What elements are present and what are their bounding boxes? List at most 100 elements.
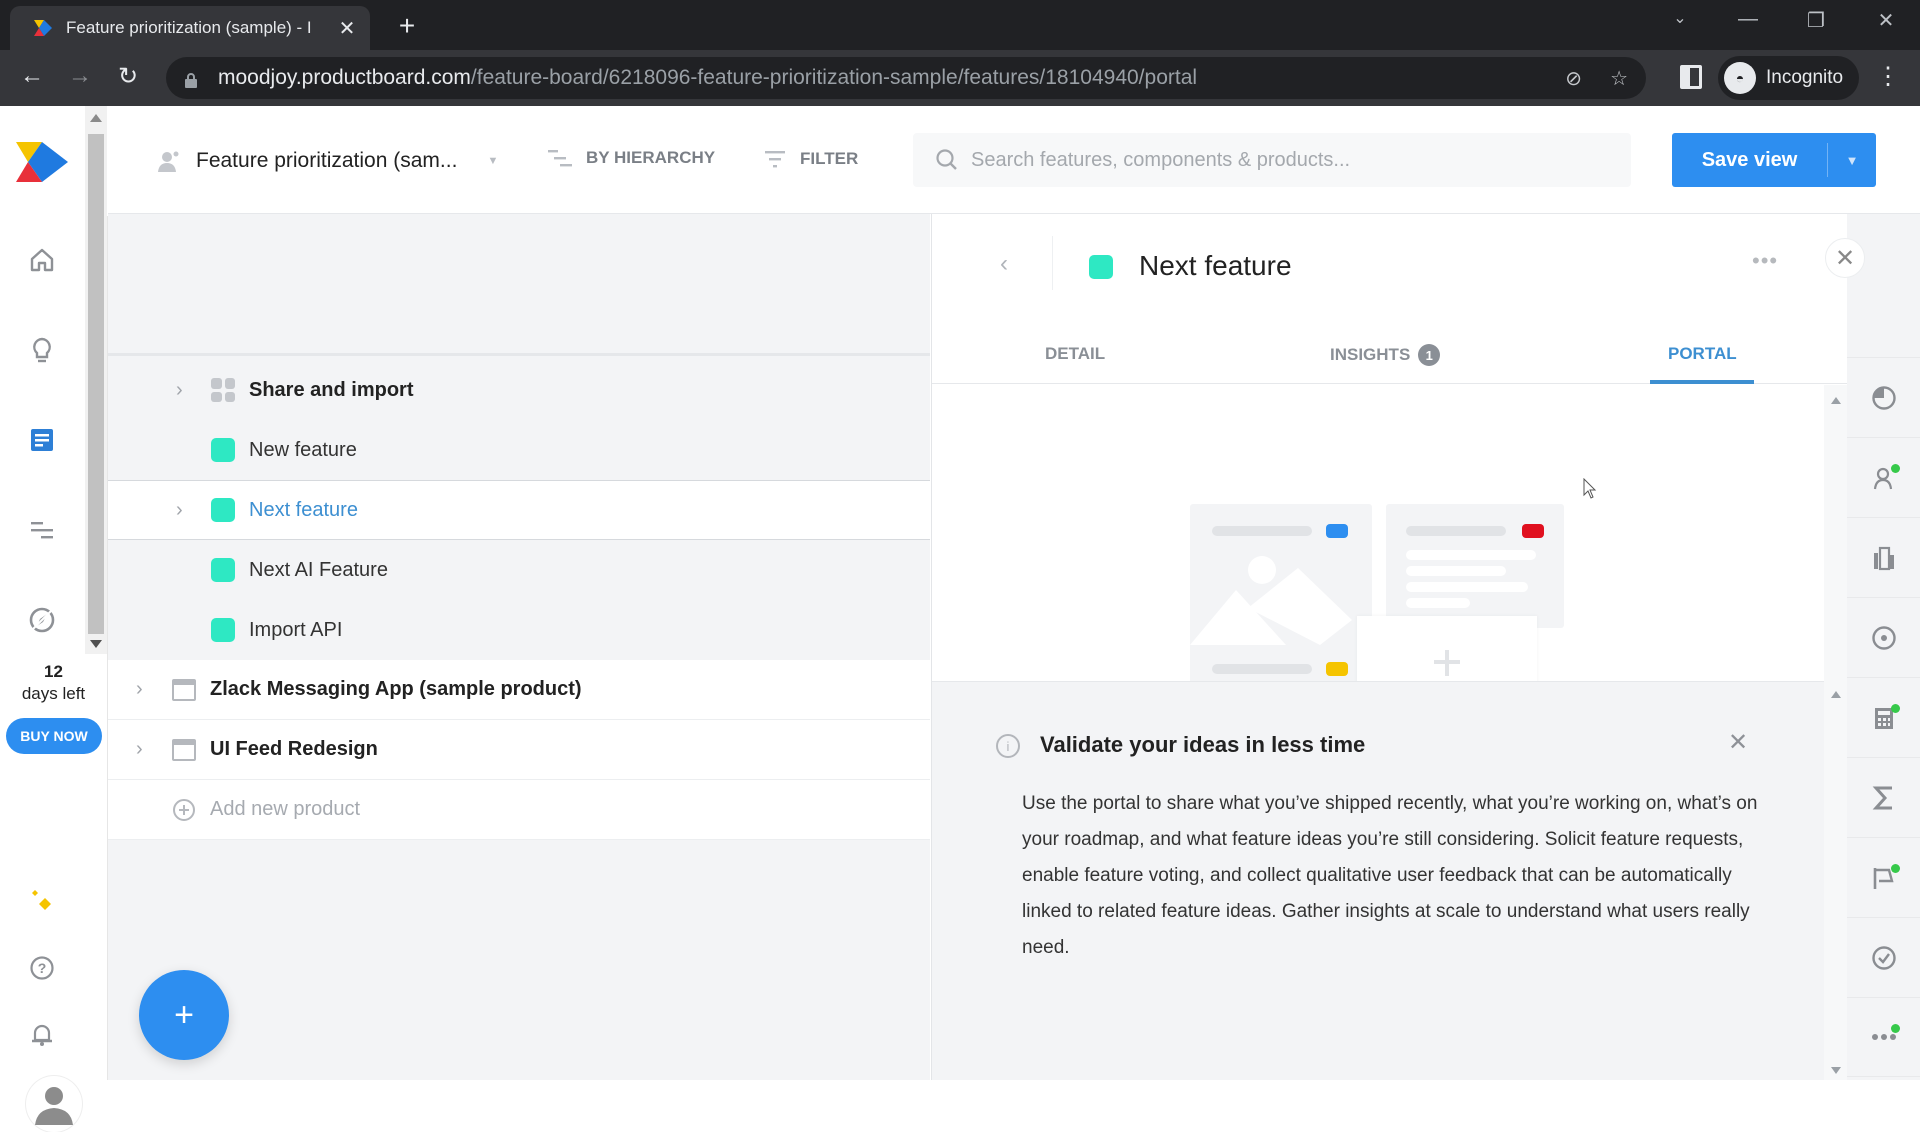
tab-search-icon[interactable]: ⌄ [1660, 8, 1700, 28]
tab-detail[interactable]: DETAIL [1045, 344, 1105, 364]
tree-row-feature-selected[interactable]: › Next feature [108, 480, 930, 540]
nav-roadmap[interactable] [22, 510, 62, 550]
filter-button[interactable]: FILTER [764, 148, 858, 170]
illustration-pill-blue [1326, 524, 1348, 538]
chevron-down-icon: ▼ [487, 155, 499, 167]
right-tool-bar [1847, 214, 1920, 1080]
rbar-objective[interactable] [1847, 597, 1920, 677]
create-fab-button[interactable]: + [139, 970, 229, 1060]
browser-menu-icon[interactable]: ⋮ [1876, 62, 1900, 91]
filter-label: FILTER [800, 149, 859, 168]
pie-chart-icon [1871, 385, 1896, 410]
nav-insights[interactable] [22, 330, 62, 370]
feature-title[interactable]: Next feature [1139, 250, 1292, 282]
reload-button[interactable]: ↻ [110, 62, 146, 91]
expand-chevron-icon[interactable]: › [136, 738, 143, 761]
new-tab-button[interactable]: + [392, 10, 422, 42]
nav-home[interactable] [22, 240, 62, 280]
url-host: moodjoy.productboard.com [218, 66, 471, 89]
rbar-pie-chart[interactable] [1847, 357, 1920, 437]
productboard-logo[interactable] [14, 138, 70, 186]
plus-circle-icon [173, 798, 195, 821]
tree-row-product[interactable]: › UI Feed Redesign [108, 720, 930, 780]
rbar-status[interactable] [1847, 917, 1920, 997]
restore-button[interactable]: ❐ [1796, 8, 1836, 33]
tree-header-area [108, 214, 930, 356]
forward-button[interactable]: → [62, 62, 98, 90]
mouse-cursor-icon [1583, 478, 1597, 499]
component-icon [211, 378, 235, 402]
save-view-dropdown[interactable]: ▼ [1828, 153, 1876, 168]
scroll-down-arrow[interactable] [1831, 1067, 1841, 1074]
browser-tab[interactable]: Feature prioritization (sample) - I ✕ [10, 6, 370, 50]
illustration-line [1406, 566, 1506, 576]
detail-scrollbar[interactable] [1824, 385, 1848, 1080]
back-button[interactable]: ← [14, 62, 50, 90]
tab-label: PORTAL [1668, 344, 1737, 363]
feature-status-icon [211, 438, 235, 462]
illustration-line [1406, 582, 1528, 592]
scroll-up-arrow[interactable] [1831, 397, 1841, 404]
nav-notifications[interactable] [22, 1014, 62, 1054]
tab-insights[interactable]: INSIGHTS 1 [1330, 344, 1441, 366]
side-panel-icon[interactable] [1680, 65, 1702, 89]
tree-row-label: New feature [249, 438, 357, 461]
scrollbar-thumb[interactable] [88, 134, 104, 634]
more-options-icon[interactable]: ••• [1752, 248, 1778, 274]
more-icon [1871, 1034, 1896, 1040]
rbar-score[interactable] [1847, 677, 1920, 757]
save-view-button[interactable]: Save view [1672, 149, 1827, 172]
expand-chevron-icon[interactable]: › [176, 379, 183, 402]
illustration-bar [1212, 664, 1312, 674]
scroll-up-arrow[interactable] [90, 114, 102, 122]
group-by-button[interactable]: BY HIERARCHY [548, 148, 715, 168]
rbar-release[interactable] [1847, 837, 1920, 917]
tree-row-label: Import API [249, 618, 343, 641]
tree-row-product[interactable]: › Zlack Messaging App (sample product) [108, 660, 930, 720]
nav-features[interactable] [22, 420, 62, 460]
close-panel-button[interactable]: ✕ [1825, 238, 1865, 278]
tree-row-feature[interactable]: Import API [108, 600, 930, 660]
tab-close-icon[interactable]: ✕ [336, 16, 358, 41]
left-scrollbar[interactable] [85, 106, 107, 654]
tracking-protection-icon[interactable]: ⊘ [1565, 66, 1582, 91]
rbar-formula[interactable] [1847, 757, 1920, 837]
illustration-bar [1212, 526, 1312, 536]
rbar-company[interactable] [1847, 517, 1920, 597]
nav-portal[interactable] [22, 600, 62, 640]
bookmark-star-icon[interactable]: ☆ [1610, 66, 1628, 91]
trial-days: 12 [44, 662, 63, 681]
home-icon [30, 248, 54, 272]
nav-whats-new[interactable] [22, 882, 62, 922]
expand-chevron-icon[interactable]: › [176, 499, 183, 522]
scroll-down-arrow[interactable] [90, 640, 102, 648]
tree-row-component[interactable]: › Share and import [108, 360, 930, 420]
tree-row-feature[interactable]: Next AI Feature [108, 540, 930, 600]
info-body: Use the portal to share what you’ve ship… [1022, 793, 1758, 958]
back-chevron-icon[interactable]: ‹ [1000, 250, 1008, 278]
board-selector[interactable]: Feature prioritization (sam... ▼ [156, 148, 498, 174]
incognito-badge[interactable]: ◓ Incognito [1718, 56, 1860, 100]
rbar-more[interactable] [1847, 997, 1920, 1077]
minimize-button[interactable]: — [1728, 8, 1768, 31]
window-close-button[interactable]: ✕ [1866, 8, 1906, 33]
address-bar[interactable]: moodjoy.productboard.com /feature-board/… [166, 57, 1646, 99]
building-icon [1873, 546, 1894, 570]
tab-portal[interactable]: PORTAL [1668, 344, 1737, 364]
search-box[interactable] [913, 133, 1631, 187]
buy-now-button[interactable]: BUY NOW [6, 718, 102, 754]
dismiss-info-icon[interactable]: ✕ [1728, 728, 1748, 757]
group-by-label: BY HIERARCHY [586, 148, 716, 167]
browser-toolbar: ← → ↻ moodjoy.productboard.com /feature-… [0, 50, 1920, 106]
rbar-user[interactable] [1847, 437, 1920, 517]
scroll-up-arrow[interactable] [1831, 691, 1841, 698]
feature-status-icon[interactable] [1089, 255, 1113, 279]
add-new-product-button[interactable]: Add new product [108, 780, 930, 840]
avatar[interactable] [26, 1076, 82, 1132]
nav-help[interactable]: ? [22, 948, 62, 988]
hierarchy-icon [548, 150, 572, 167]
tree-row-label: Share and import [249, 378, 414, 401]
search-input[interactable] [971, 148, 1591, 172]
expand-chevron-icon[interactable]: › [136, 678, 143, 701]
tree-row-feature[interactable]: New feature [108, 420, 930, 480]
